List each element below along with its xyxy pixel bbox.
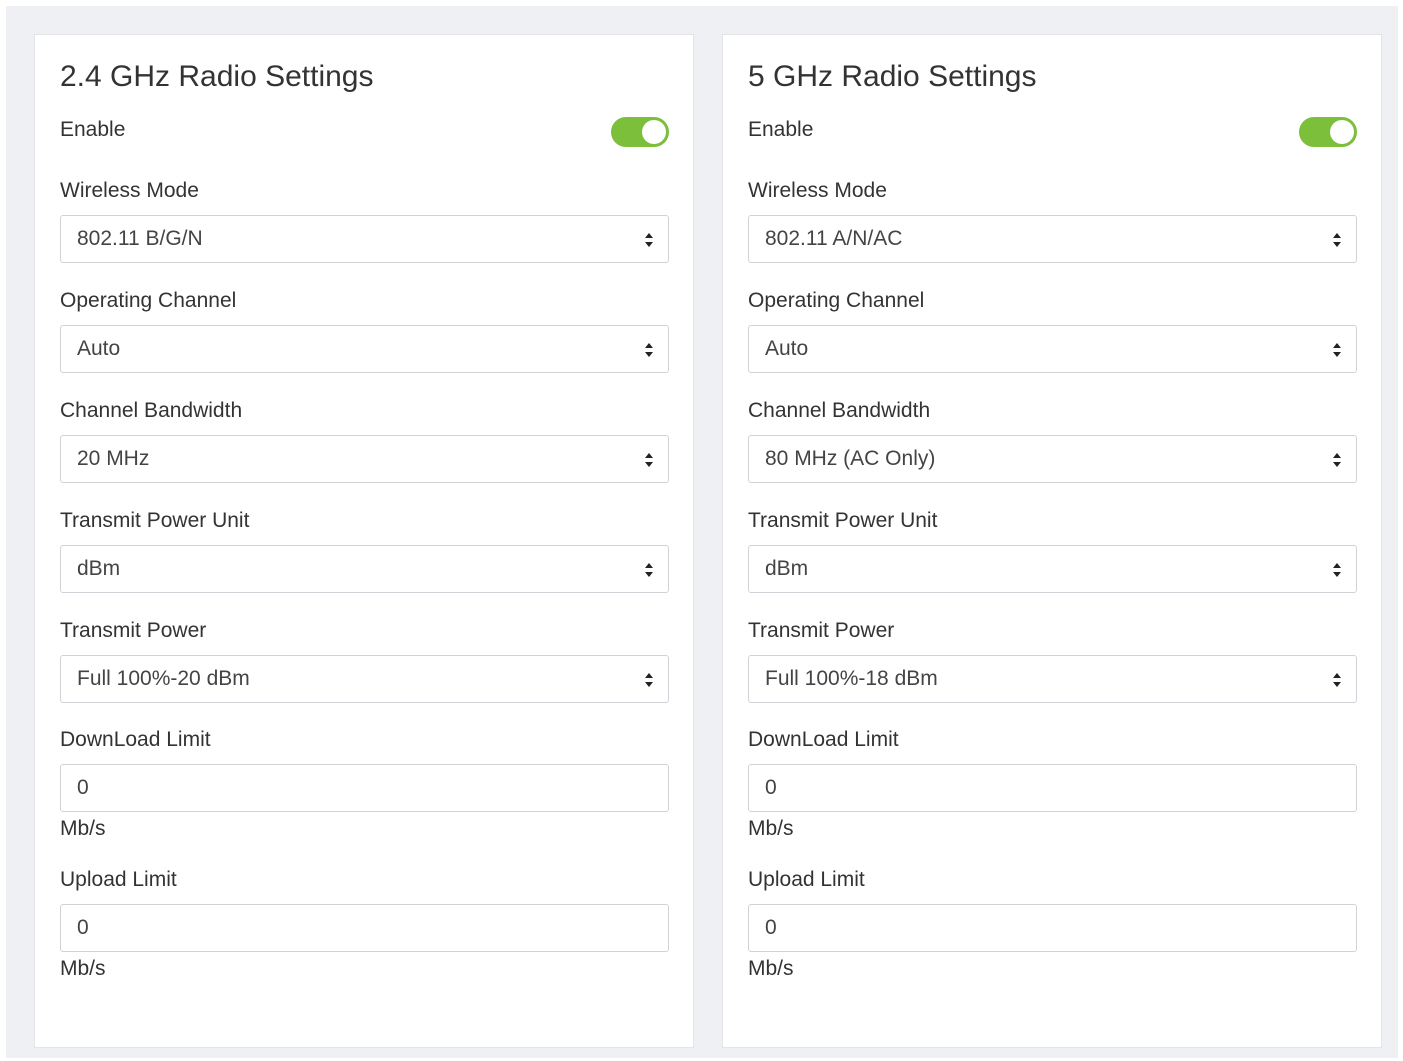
wireless-mode-label: Wireless Mode bbox=[748, 179, 887, 202]
operating-channel-label: Operating Channel bbox=[60, 289, 237, 312]
wireless-mode-select[interactable]: 802.11 A/N/AC bbox=[748, 215, 1357, 263]
transmit-power-unit-select[interactable]: dBm bbox=[60, 545, 669, 593]
upload-limit-input[interactable]: 0 bbox=[60, 904, 669, 952]
sort-icon bbox=[645, 563, 653, 577]
toggle-knob bbox=[642, 120, 666, 144]
channel-bandwidth-select[interactable]: 20 MHz bbox=[60, 435, 669, 483]
sort-icon bbox=[1333, 233, 1341, 247]
transmit-power-unit-select[interactable]: dBm bbox=[748, 545, 1357, 593]
operating-channel-label: Operating Channel bbox=[748, 289, 925, 312]
panel-title: 2.4 GHz Radio Settings bbox=[60, 60, 374, 93]
upload-limit-unit: Mb/s bbox=[60, 957, 106, 980]
transmit-power-unit-label: Transmit Power Unit bbox=[60, 509, 250, 532]
download-limit-input[interactable]: 0 bbox=[748, 764, 1357, 812]
sort-icon bbox=[645, 453, 653, 467]
transmit-power-unit-value: dBm bbox=[77, 557, 121, 580]
operating-channel-select[interactable]: Auto bbox=[748, 325, 1357, 373]
channel-bandwidth-value: 20 MHz bbox=[77, 447, 150, 470]
toggle-knob bbox=[1330, 120, 1354, 144]
channel-bandwidth-select[interactable]: 80 MHz (AC Only) bbox=[748, 435, 1357, 483]
operating-channel-value: Auto bbox=[77, 337, 121, 360]
transmit-power-label: Transmit Power bbox=[748, 619, 895, 642]
channel-bandwidth-label: Channel Bandwidth bbox=[60, 399, 243, 422]
sort-icon bbox=[1333, 343, 1341, 357]
transmit-power-select[interactable]: Full 100%-20 dBm bbox=[60, 655, 669, 703]
enable-toggle[interactable] bbox=[611, 117, 669, 147]
radio-settings-panel-5ghz: 5 GHz Radio Settings Enable Wireless Mod… bbox=[722, 34, 1382, 1048]
sort-icon bbox=[645, 343, 653, 357]
download-limit-unit: Mb/s bbox=[748, 817, 794, 840]
sort-icon bbox=[645, 233, 653, 247]
upload-limit-unit: Mb/s bbox=[748, 957, 794, 980]
panel-title: 5 GHz Radio Settings bbox=[748, 60, 1037, 93]
sort-icon bbox=[645, 673, 653, 687]
sort-icon bbox=[1333, 673, 1341, 687]
page-background: 2.4 GHz Radio Settings Enable Wireless M… bbox=[6, 6, 1398, 1058]
operating-channel-value: Auto bbox=[765, 337, 809, 360]
radio-settings-panel-2-4ghz: 2.4 GHz Radio Settings Enable Wireless M… bbox=[34, 34, 694, 1048]
wireless-mode-select[interactable]: 802.11 B/G/N bbox=[60, 215, 669, 263]
transmit-power-value: Full 100%-20 dBm bbox=[77, 667, 250, 690]
wireless-mode-label: Wireless Mode bbox=[60, 179, 199, 202]
transmit-power-select[interactable]: Full 100%-18 dBm bbox=[748, 655, 1357, 703]
sort-icon bbox=[1333, 453, 1341, 467]
upload-limit-label: Upload Limit bbox=[748, 868, 865, 891]
enable-label: Enable bbox=[748, 118, 814, 141]
sort-icon bbox=[1333, 563, 1341, 577]
upload-limit-input[interactable]: 0 bbox=[748, 904, 1357, 952]
wireless-mode-value: 802.11 B/G/N bbox=[77, 227, 203, 250]
channel-bandwidth-value: 80 MHz (AC Only) bbox=[765, 447, 936, 470]
download-limit-unit: Mb/s bbox=[60, 817, 106, 840]
transmit-power-value: Full 100%-18 dBm bbox=[765, 667, 938, 690]
download-limit-label: DownLoad Limit bbox=[748, 728, 899, 751]
transmit-power-label: Transmit Power bbox=[60, 619, 207, 642]
download-limit-input[interactable]: 0 bbox=[60, 764, 669, 812]
transmit-power-unit-value: dBm bbox=[765, 557, 809, 580]
enable-toggle[interactable] bbox=[1299, 117, 1357, 147]
wireless-mode-value: 802.11 A/N/AC bbox=[765, 227, 903, 250]
operating-channel-select[interactable]: Auto bbox=[60, 325, 669, 373]
enable-label: Enable bbox=[60, 118, 126, 141]
upload-limit-label: Upload Limit bbox=[60, 868, 177, 891]
download-limit-label: DownLoad Limit bbox=[60, 728, 211, 751]
channel-bandwidth-label: Channel Bandwidth bbox=[748, 399, 931, 422]
transmit-power-unit-label: Transmit Power Unit bbox=[748, 509, 938, 532]
